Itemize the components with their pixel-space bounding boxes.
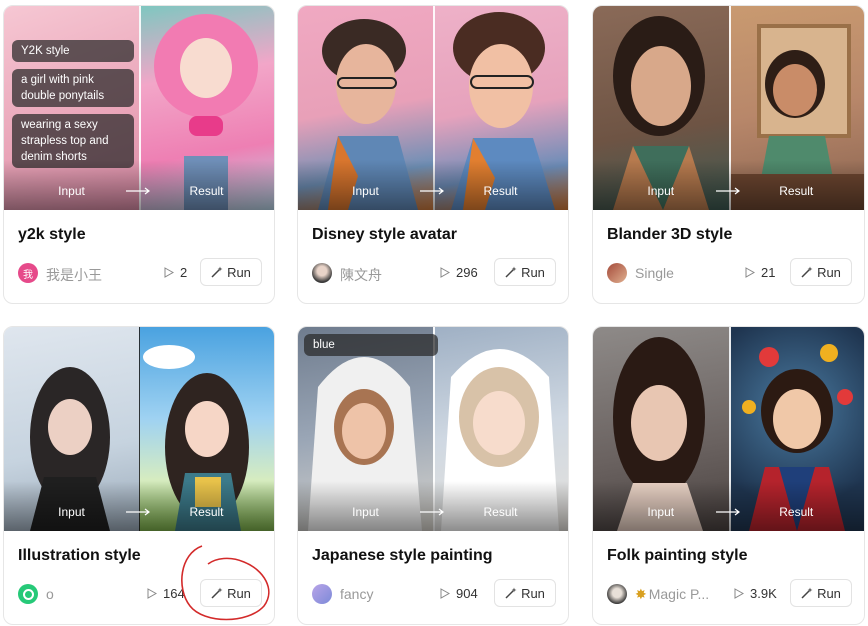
arrow-right-icon <box>126 508 150 516</box>
input-label: Input <box>58 184 85 198</box>
author-name[interactable]: Single <box>635 265 674 281</box>
result-label: Result <box>779 505 814 519</box>
run-button[interactable]: Run <box>790 258 852 286</box>
author-name[interactable]: 我是小王 <box>46 265 102 285</box>
prompt-tag: a girl with pink double ponytails <box>12 69 134 107</box>
card-thumbnail[interactable]: Y2K style a girl with pink double ponyta… <box>4 6 274 210</box>
card-folk-painting-style[interactable]: Input Result Folk painting style ✸ Magic … <box>592 326 865 625</box>
result-label: Result <box>189 505 224 519</box>
run-button[interactable]: Run <box>494 258 556 286</box>
sparkle-badge-icon: ✸ <box>635 586 647 602</box>
arrow-right-icon <box>420 187 444 195</box>
prompt-tag: Y2K style <box>12 40 134 62</box>
card-thumbnail[interactable]: Input Result <box>4 327 274 531</box>
play-count: 904 <box>440 586 478 601</box>
run-button[interactable]: Run <box>200 579 262 607</box>
prompt-tag: blue <box>304 334 438 356</box>
prompt-tags: Y2K style a girl with pink double ponyta… <box>12 40 134 175</box>
play-icon <box>440 588 450 599</box>
arrow-right-icon <box>715 187 740 195</box>
magic-wand-icon <box>211 266 223 278</box>
play-icon <box>164 267 174 278</box>
card-title[interactable]: Disney style avatar <box>312 226 457 244</box>
card-thumbnail[interactable]: Input Result <box>593 6 864 210</box>
card-thumbnail[interactable]: Input Result <box>298 6 568 210</box>
play-icon <box>440 267 450 278</box>
avatar[interactable]: 我 <box>18 263 38 283</box>
card-illustration-style[interactable]: Input Result Illustration style o 164 Ru… <box>3 326 275 625</box>
avatar[interactable] <box>312 584 332 604</box>
input-label: Input <box>647 184 675 198</box>
magic-wand-icon <box>801 266 813 278</box>
play-icon <box>147 588 157 599</box>
arrow-right-icon <box>715 508 740 516</box>
card-title[interactable]: Illustration style <box>18 547 141 565</box>
card-thumbnail[interactable]: blue Input Result <box>298 327 568 531</box>
card-meta: ✸ Magic P... 3.9K Run <box>607 579 852 609</box>
avatar[interactable] <box>18 584 38 604</box>
card-thumbnail[interactable]: Input Result <box>593 327 864 531</box>
play-icon <box>745 267 755 278</box>
result-label: Result <box>189 184 224 198</box>
run-button[interactable]: Run <box>494 579 556 607</box>
play-count: 3.9K <box>734 586 777 601</box>
magic-wand-icon <box>505 587 517 599</box>
play-count: 164 <box>147 586 185 601</box>
author-name[interactable]: 陳文舟 <box>340 265 382 285</box>
avatar[interactable] <box>312 263 332 283</box>
card-meta: 陳文舟 296 Run <box>312 258 556 288</box>
card-meta: o 164 Run <box>18 579 262 609</box>
card-blander-3d-style[interactable]: Input Result Blander 3D style Single 21 … <box>592 5 865 304</box>
card-y2k-style[interactable]: Y2K style a girl with pink double ponyta… <box>3 5 275 304</box>
card-meta: Single 21 Run <box>607 258 852 288</box>
result-label: Result <box>483 184 518 198</box>
result-label: Result <box>779 184 814 198</box>
result-label: Result <box>483 505 518 519</box>
play-icon <box>734 588 744 599</box>
card-title[interactable]: y2k style <box>18 226 86 244</box>
card-title[interactable]: Folk painting style <box>607 547 747 565</box>
magic-wand-icon <box>211 587 223 599</box>
card-title[interactable]: Japanese style painting <box>312 547 493 565</box>
card-meta: fancy 904 Run <box>312 579 556 609</box>
card-title[interactable]: Blander 3D style <box>607 226 732 244</box>
card-meta: 我 我是小王 2 Run <box>18 258 262 288</box>
author-name[interactable]: fancy <box>340 586 373 602</box>
input-label: Input <box>58 505 85 519</box>
author-name[interactable]: ✸ Magic P... <box>635 586 709 603</box>
author-name[interactable]: o <box>46 586 54 602</box>
play-count: 296 <box>440 265 478 280</box>
run-button[interactable]: Run <box>790 579 852 607</box>
input-label: Input <box>352 505 379 519</box>
arrow-right-icon <box>420 508 444 516</box>
play-count: 2 <box>164 265 187 280</box>
input-label: Input <box>647 505 675 519</box>
card-japanese-style-painting[interactable]: blue Input Result Japanese style paintin… <box>297 326 569 625</box>
magic-wand-icon <box>505 266 517 278</box>
play-count: 21 <box>745 265 775 280</box>
avatar[interactable] <box>607 584 627 604</box>
magic-wand-icon <box>801 587 813 599</box>
card-disney-style-avatar[interactable]: Input Result Disney style avatar 陳文舟 296… <box>297 5 569 304</box>
input-label: Input <box>352 184 379 198</box>
run-button[interactable]: Run <box>200 258 262 286</box>
arrow-right-icon <box>126 187 150 195</box>
avatar[interactable] <box>607 263 627 283</box>
